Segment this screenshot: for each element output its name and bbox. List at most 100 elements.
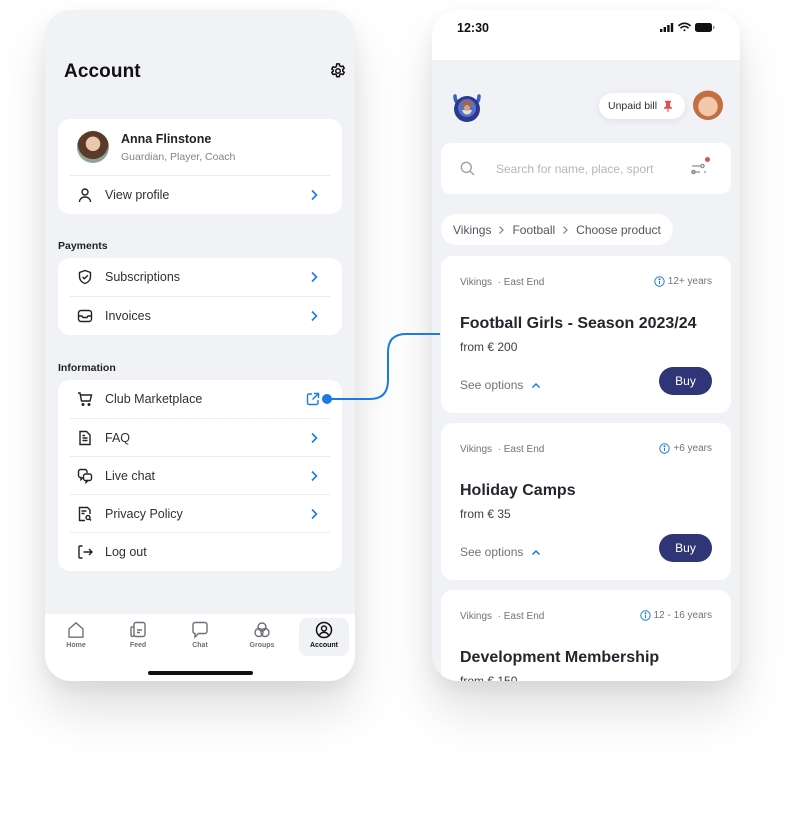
product-age: +6 years [659, 443, 712, 454]
chat-bubbles-icon [77, 468, 93, 484]
cart-icon [78, 392, 93, 406]
account-screen: Account Anna Flinstone Guardian, Player,… [45, 10, 355, 681]
gear-icon[interactable] [329, 62, 347, 80]
document-search-icon [78, 506, 92, 522]
shield-check-icon [78, 269, 92, 285]
buy-button[interactable]: Buy [659, 367, 712, 395]
payments-card: Subscriptions Invoices [58, 258, 342, 335]
product-card[interactable]: Vikings · East End +6 years Holiday Camp… [441, 423, 731, 580]
chevron-right-icon [311, 470, 318, 482]
invoices-label: Invoices [105, 309, 151, 323]
search-input[interactable] [496, 159, 686, 179]
feed-icon [130, 621, 146, 638]
unpaid-bill-label: Unpaid bill [608, 100, 658, 112]
tab-label: Groups [249, 642, 275, 649]
document-icon [79, 430, 91, 446]
location-name: East End [503, 277, 545, 288]
club-marketplace-row[interactable]: Club Marketplace [58, 380, 342, 418]
product-title: Development Membership [460, 649, 660, 666]
see-options-toggle[interactable]: See options [460, 378, 541, 392]
information-section-label: Information [58, 362, 116, 374]
chevron-right-icon [311, 271, 318, 283]
breadcrumb-current: Choose product [576, 222, 661, 237]
tab-label: Home [66, 642, 86, 649]
external-link-icon[interactable] [306, 392, 320, 406]
child-avatar[interactable] [693, 90, 723, 120]
buy-button[interactable]: Buy [659, 534, 712, 562]
product-location: Vikings · East End [460, 277, 545, 288]
chevron-right-icon [311, 189, 318, 201]
chevron-right-icon [311, 432, 318, 444]
chevron-right-icon [563, 225, 569, 234]
product-card[interactable]: Vikings · East End 12+ years Football Gi… [441, 256, 731, 413]
product-price: from € 150 [460, 674, 518, 681]
chevron-right-icon [311, 310, 318, 322]
club-logo[interactable] [449, 88, 485, 124]
unpaid-bill-badge[interactable]: Unpaid bill [599, 93, 686, 119]
subscriptions-row[interactable]: Subscriptions [58, 258, 342, 296]
live-chat-row[interactable]: Live chat [58, 457, 342, 495]
see-options-label: See options [460, 378, 524, 392]
marketplace-screen: 12:30 Unpaid bill Vikings Football Choos… [432, 10, 740, 681]
home-icon [68, 622, 84, 638]
subscriptions-label: Subscriptions [105, 270, 181, 284]
search-icon [460, 161, 475, 176]
info-icon [654, 276, 665, 287]
tab-feed[interactable]: Feed [113, 618, 163, 656]
filter-icon[interactable] [691, 161, 707, 177]
product-title: Holiday Camps [460, 482, 576, 499]
product-location: Vikings · East End [460, 444, 545, 455]
wifi-icon [678, 22, 691, 32]
logout-icon [78, 545, 93, 559]
bottom-tab-bar: Home Feed Chat Groups Account [45, 614, 355, 681]
account-icon [315, 621, 333, 639]
log-out-row[interactable]: Log out [58, 533, 342, 571]
product-card[interactable]: Vikings · East End 12 - 16 years Develop… [441, 590, 731, 681]
faq-row[interactable]: FAQ [58, 419, 342, 457]
tab-home[interactable]: Home [51, 618, 101, 656]
user-icon [78, 188, 92, 203]
chevron-up-icon [532, 382, 541, 388]
breadcrumb: Vikings Football Choose product [441, 214, 673, 245]
product-price: from € 200 [460, 340, 518, 354]
chevron-right-icon [499, 225, 505, 234]
profile-name: Anna Flinstone [121, 132, 212, 146]
status-bar: 12:30 [432, 10, 740, 60]
payments-section-label: Payments [58, 240, 108, 252]
tab-groups[interactable]: Groups [237, 618, 287, 656]
inbox-icon [77, 309, 93, 323]
invoices-row[interactable]: Invoices [58, 297, 342, 335]
privacy-policy-row[interactable]: Privacy Policy [58, 495, 342, 533]
see-options-toggle[interactable]: See options [460, 545, 541, 559]
product-age: 12 - 16 years [639, 610, 712, 621]
view-profile-row[interactable]: View profile [58, 176, 342, 214]
location-name: East End [503, 444, 545, 455]
age-label: +6 years [673, 443, 712, 454]
age-label: 12 - 16 years [653, 610, 712, 621]
home-indicator [148, 671, 253, 675]
signal-icon [660, 22, 674, 32]
pin-icon [664, 100, 673, 112]
chevron-right-icon [311, 508, 318, 520]
faq-label: FAQ [105, 431, 131, 445]
breadcrumb-item[interactable]: Football [512, 223, 555, 237]
club-name: Vikings [460, 277, 493, 288]
product-title: Football Girls - Season 2023/24 [460, 315, 697, 332]
info-icon [639, 610, 651, 621]
product-age: 12+ years [654, 276, 712, 287]
club-name: Vikings [460, 611, 493, 622]
tab-account[interactable]: Account [299, 618, 349, 656]
page-title: Account [64, 61, 141, 82]
battery-icon [695, 22, 715, 32]
view-profile-label: View profile [105, 188, 170, 202]
avatar [77, 131, 109, 163]
profile-roles: Guardian, Player, Coach [121, 151, 236, 163]
tab-label: Account [310, 642, 338, 649]
tab-chat[interactable]: Chat [175, 618, 225, 656]
product-price: from € 35 [460, 507, 511, 521]
status-time: 12:30 [457, 21, 489, 35]
search-bar [441, 143, 731, 194]
tab-label: Chat [192, 642, 208, 649]
breadcrumb-item[interactable]: Vikings [453, 223, 491, 237]
product-location: Vikings · East End [460, 611, 545, 622]
